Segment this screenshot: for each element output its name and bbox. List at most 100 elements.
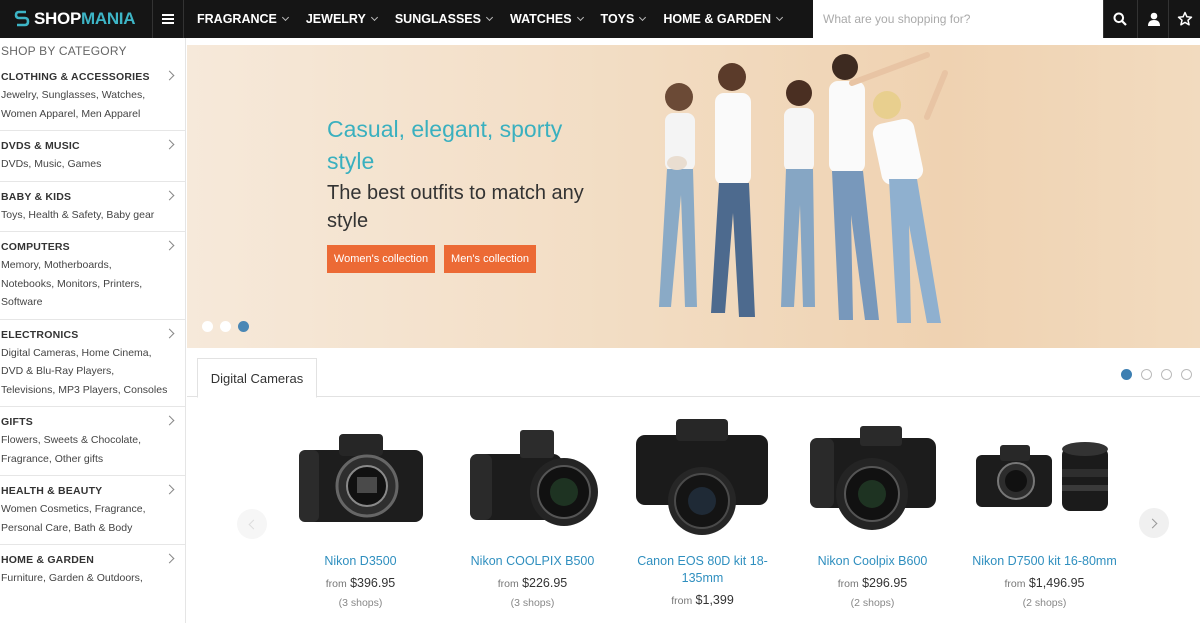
product-card[interactable]: Nikon D7500 kit 16-80mm from $1,496.95 (… xyxy=(962,410,1127,609)
dslr-camera-icon xyxy=(636,418,768,535)
product-price: from $396.95 xyxy=(278,576,443,590)
category-subitems[interactable]: Jewelry, Sunglasses, Watches, xyxy=(1,86,185,105)
category-title: GIFTS xyxy=(1,416,33,428)
category-subitems[interactable]: Fragrance, Other gifts xyxy=(1,450,185,469)
category-sidebar: SHOP BY CATEGORY CLOTHING & ACCESSORIES … xyxy=(0,38,186,623)
dslr-camera-icon xyxy=(298,434,423,522)
category-subitems[interactable]: Women Apparel, Men Apparel xyxy=(1,105,185,124)
sidebar-category-home-garden[interactable]: HOME & GARDEN Furniture, Garden & Outdoo… xyxy=(0,545,185,595)
carousel-pager xyxy=(1121,369,1192,380)
carousel-next-button[interactable] xyxy=(1139,508,1169,538)
banner-people-image xyxy=(659,52,948,323)
product-shops-count[interactable]: (2 shops) xyxy=(790,597,955,609)
menu-icon[interactable] xyxy=(152,0,184,38)
slide-dot[interactable] xyxy=(202,321,213,332)
logo-text-prefix: SHOP xyxy=(34,9,81,28)
product-name[interactable]: Nikon Coolpix B600 xyxy=(790,553,955,570)
sidebar-category-baby-kids[interactable]: BABY & KIDS Toys, Health & Safety, Baby … xyxy=(0,182,185,232)
product-price: from $1,496.95 xyxy=(962,576,1127,590)
sidebar-category-electronics[interactable]: ELECTRONICS Digital Cameras, Home Cinema… xyxy=(0,320,185,407)
mens-collection-button[interactable]: Men's collection xyxy=(444,245,536,273)
product-name[interactable]: Nikon D3500 xyxy=(278,553,443,570)
sidebar-category-clothing[interactable]: CLOTHING & ACCESSORIES Jewelry, Sunglass… xyxy=(0,62,185,131)
nav-item-fragrance[interactable]: FRAGRANCE xyxy=(197,12,289,26)
user-icon xyxy=(1147,12,1160,26)
category-subitems[interactable]: Notebooks, Monitors, Printers, xyxy=(1,275,185,294)
chevron-down-icon xyxy=(370,13,378,22)
product-price: from $1,399 xyxy=(620,593,785,607)
sidebar-category-gifts[interactable]: GIFTS Flowers, Sweets & Chocolate, Fragr… xyxy=(0,407,185,476)
product-shops-count[interactable]: (2 shops) xyxy=(962,597,1127,609)
top-navigation-bar: SHOPMANIA FRAGRANCE JEWELRY SUNGLASSES W… xyxy=(0,0,1200,38)
price-prefix: from xyxy=(325,578,347,590)
chevron-right-icon xyxy=(1147,518,1158,528)
nav-item-jewelry[interactable]: JEWELRY xyxy=(306,12,378,26)
category-subitems[interactable]: DVDs, Music, Games xyxy=(1,155,185,174)
star-icon xyxy=(1177,11,1192,26)
product-shops-count[interactable]: (3 shops) xyxy=(450,597,615,609)
product-card[interactable]: Nikon D3500 from $396.95 (3 shops) xyxy=(278,410,443,609)
camera-image[interactable] xyxy=(962,410,1127,540)
category-title: COMPUTERS xyxy=(1,241,70,253)
price-value: $226.95 xyxy=(522,576,568,590)
product-tabbar: Digital Cameras xyxy=(187,355,1200,398)
category-subitems[interactable]: Memory, Motherboards, xyxy=(1,256,185,275)
price-prefix: from xyxy=(497,578,519,590)
sidebar-category-computers[interactable]: COMPUTERS Memory, Motherboards, Notebook… xyxy=(0,232,185,320)
pager-dot[interactable] xyxy=(1141,369,1152,380)
category-subitems[interactable]: Software xyxy=(1,293,185,312)
category-title: HOME & GARDEN xyxy=(1,554,95,566)
slide-dot[interactable] xyxy=(220,321,231,332)
category-subitems[interactable]: Toys, Health & Safety, Baby gear xyxy=(1,206,185,225)
product-name[interactable]: Canon EOS 80D kit 18-135mm xyxy=(620,553,785,587)
slide-dot-active[interactable] xyxy=(238,321,249,332)
bridge-camera-icon xyxy=(470,430,598,526)
product-name[interactable]: Nikon D7500 kit 16-80mm xyxy=(962,553,1127,570)
category-subitems[interactable]: DVD & Blu-Ray Players, xyxy=(1,362,185,381)
category-title: DVDS & MUSIC xyxy=(1,140,80,152)
search-button[interactable] xyxy=(1103,0,1135,38)
category-title: CLOTHING & ACCESSORIES xyxy=(1,71,150,83)
product-shops-count[interactable]: (3 shops) xyxy=(278,597,443,609)
hero-banner[interactable]: Casual, elegant, sporty style The best o… xyxy=(187,45,1200,348)
category-title: ELECTRONICS xyxy=(1,328,79,341)
product-card[interactable]: Nikon COOLPIX B500 from $226.95 (3 shops… xyxy=(450,410,615,609)
nav-item-sunglasses[interactable]: SUNGLASSES xyxy=(395,12,494,26)
product-name[interactable]: Nikon COOLPIX B500 xyxy=(450,553,615,570)
search-input[interactable] xyxy=(813,0,1103,38)
pager-dot-active[interactable] xyxy=(1121,369,1132,380)
womens-collection-button[interactable]: Women's collection xyxy=(327,245,435,273)
price-prefix: from xyxy=(837,578,859,590)
favorites-button[interactable] xyxy=(1168,0,1200,38)
sidebar-category-health-beauty[interactable]: HEALTH & BEAUTY Women Cosmetics, Fragran… xyxy=(0,476,185,545)
nav-item-watches[interactable]: WATCHES xyxy=(510,12,584,26)
category-subitems[interactable]: Digital Cameras, Home Cinema, xyxy=(1,344,185,363)
price-prefix: from xyxy=(671,595,693,607)
chevron-down-icon xyxy=(639,13,647,22)
camera-image[interactable] xyxy=(620,410,785,540)
category-subitems[interactable]: Televisions, MP3 Players, Consoles xyxy=(1,381,185,400)
price-value: $1,496.95 xyxy=(1028,576,1085,590)
nav-item-toys[interactable]: TOYS xyxy=(601,12,647,26)
chevron-down-icon xyxy=(281,13,289,22)
tab-digital-cameras[interactable]: Digital Cameras xyxy=(197,358,317,398)
camera-image[interactable] xyxy=(278,410,443,540)
sidebar-category-dvds-music[interactable]: DVDS & MUSIC DVDs, Music, Games xyxy=(0,131,185,182)
pager-dot[interactable] xyxy=(1161,369,1172,380)
camera-image[interactable] xyxy=(450,410,615,540)
category-subitems[interactable]: Flowers, Sweets & Chocolate, xyxy=(1,431,185,450)
camera-image[interactable] xyxy=(790,410,955,540)
banner-subtitle: The best outfits to match any style xyxy=(327,182,584,232)
product-card[interactable]: Nikon Coolpix B600 from $296.95 (2 shops… xyxy=(790,410,955,609)
nav-item-home-garden[interactable]: HOME & GARDEN xyxy=(663,12,784,26)
carousel-prev-button[interactable] xyxy=(237,509,267,539)
account-button[interactable] xyxy=(1137,0,1169,38)
category-subitems[interactable]: Personal Care, Bath & Body xyxy=(1,519,185,538)
shopmania-logo[interactable]: SHOPMANIA xyxy=(0,0,152,38)
category-subitems[interactable]: Furniture, Garden & Outdoors, xyxy=(1,569,185,588)
category-subitems[interactable]: Women Cosmetics, Fragrance, xyxy=(1,500,185,519)
pager-dot[interactable] xyxy=(1181,369,1192,380)
price-value: $1,399 xyxy=(695,593,734,607)
product-card[interactable]: Canon EOS 80D kit 18-135mm from $1,399 xyxy=(620,410,785,614)
category-title: BABY & KIDS xyxy=(1,190,72,203)
